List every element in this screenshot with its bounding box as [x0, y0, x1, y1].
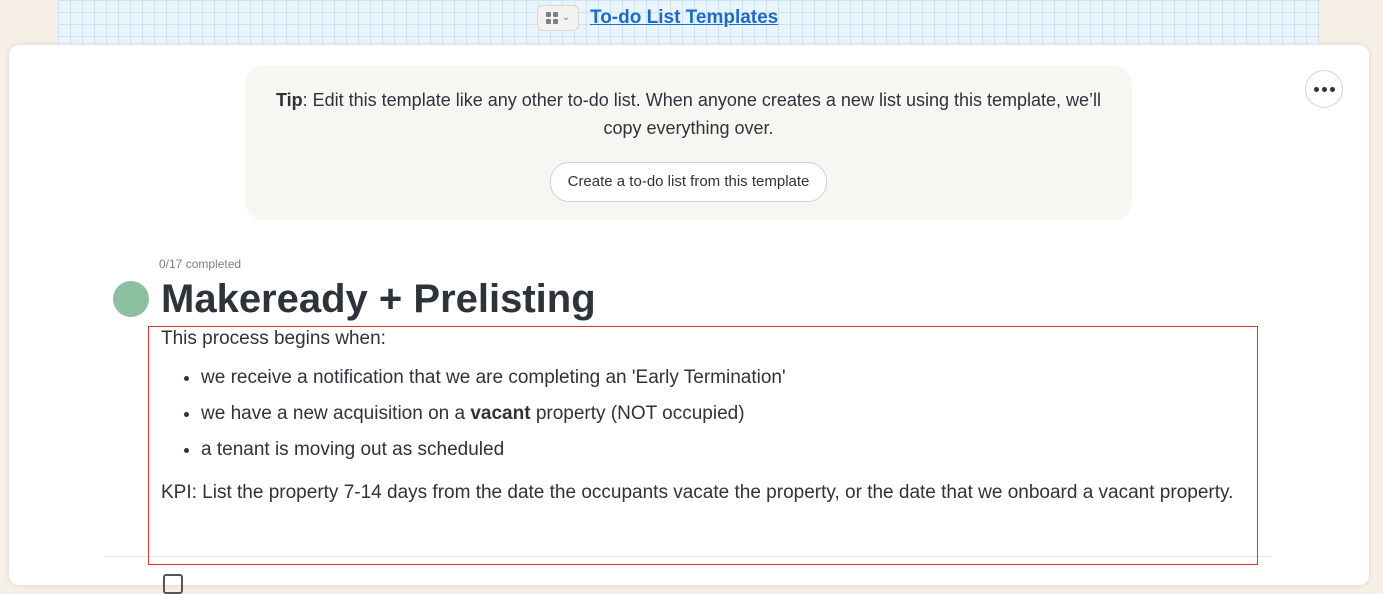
grid-icon: [545, 12, 558, 24]
divider: [105, 556, 1272, 557]
list-title[interactable]: Makeready + Prelisting: [161, 271, 596, 327]
ellipsis-icon: [1313, 86, 1319, 92]
breadcrumb-link-todo-templates[interactable]: To-do List Templates: [590, 7, 778, 29]
bullet-early-termination: we receive a notification that we are co…: [201, 360, 1261, 396]
tip-label: Tip: [275, 90, 303, 110]
tip-box: Tip: Edit this template like any other t…: [245, 66, 1132, 220]
list-color-dot: [113, 281, 149, 317]
description-intro: This process begins when:: [161, 328, 386, 349]
bullet-tenant-moving-out: a tenant is moving out as scheduled: [201, 432, 1261, 468]
chevron-down-icon: ⌄: [561, 12, 571, 23]
description-kpi: KPI: List the property 7-14 days from th…: [161, 482, 1234, 503]
list-description[interactable]: This process begins when: we receive a n…: [161, 324, 1261, 508]
tip-message: : Edit this template like any other to-d…: [302, 90, 1102, 138]
todo-checkbox[interactable]: [163, 574, 183, 594]
progress-text: 0/17 completed: [159, 257, 242, 271]
tip-text: Tip: Edit this template like any other t…: [265, 86, 1112, 142]
breadcrumb: ⌄ To-do List Templates: [537, 5, 778, 31]
main-card: Tip: Edit this template like any other t…: [9, 45, 1369, 594]
description-bullets: we receive a notification that we are co…: [161, 360, 1261, 468]
more-options-button[interactable]: [1305, 70, 1343, 108]
bullet-new-acquisition: we have a new acquisition on a vacant pr…: [201, 396, 1261, 432]
view-switcher-button[interactable]: ⌄: [537, 5, 579, 31]
create-list-from-template-button[interactable]: Create a to-do list from this template: [549, 162, 828, 202]
